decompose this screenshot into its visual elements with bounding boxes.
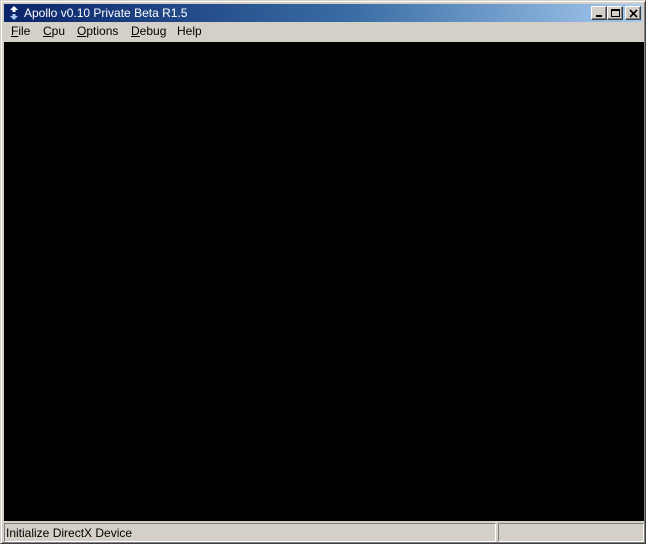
window-title: Apollo v0.10 Private Beta R1.5	[24, 6, 188, 20]
status-bar: Initialize DirectX Device	[4, 523, 644, 542]
menu-options-label: ptions	[86, 24, 119, 38]
menu-debug-mnemonic: D	[131, 24, 140, 38]
minimize-icon	[596, 15, 602, 17]
menu-debug-label: ebug	[139, 24, 167, 38]
close-button[interactable]	[625, 6, 641, 20]
menu-help[interactable]: Help	[174, 24, 205, 39]
emulator-display[interactable]	[4, 42, 644, 521]
menu-cpu-mnemonic: C	[43, 24, 52, 38]
menu-cpu-label: pu	[51, 24, 66, 38]
title-bar[interactable]: Apollo v0.10 Private Beta R1.5	[4, 4, 642, 22]
close-icon	[629, 9, 638, 18]
menu-options[interactable]: Options	[74, 24, 121, 39]
n64-logo-icon[interactable]	[7, 5, 21, 21]
menu-file-label: ile	[18, 24, 31, 38]
menu-help-label: Help	[177, 24, 202, 38]
menu-cpu[interactable]: Cpu	[40, 24, 68, 39]
maximize-button[interactable]	[607, 6, 623, 20]
minimize-button[interactable]	[591, 6, 607, 20]
status-pane-secondary	[498, 523, 644, 542]
menu-file[interactable]: File	[8, 24, 33, 39]
menu-options-mnemonic: O	[77, 24, 87, 38]
app-window: Apollo v0.10 Private Beta R1.5 File Cpu …	[0, 0, 646, 544]
menu-bar: File Cpu Options Debug Help	[4, 22, 642, 41]
status-message: Initialize DirectX Device	[4, 523, 496, 542]
menu-debug[interactable]: Debug	[128, 24, 169, 39]
maximize-icon	[611, 9, 620, 17]
